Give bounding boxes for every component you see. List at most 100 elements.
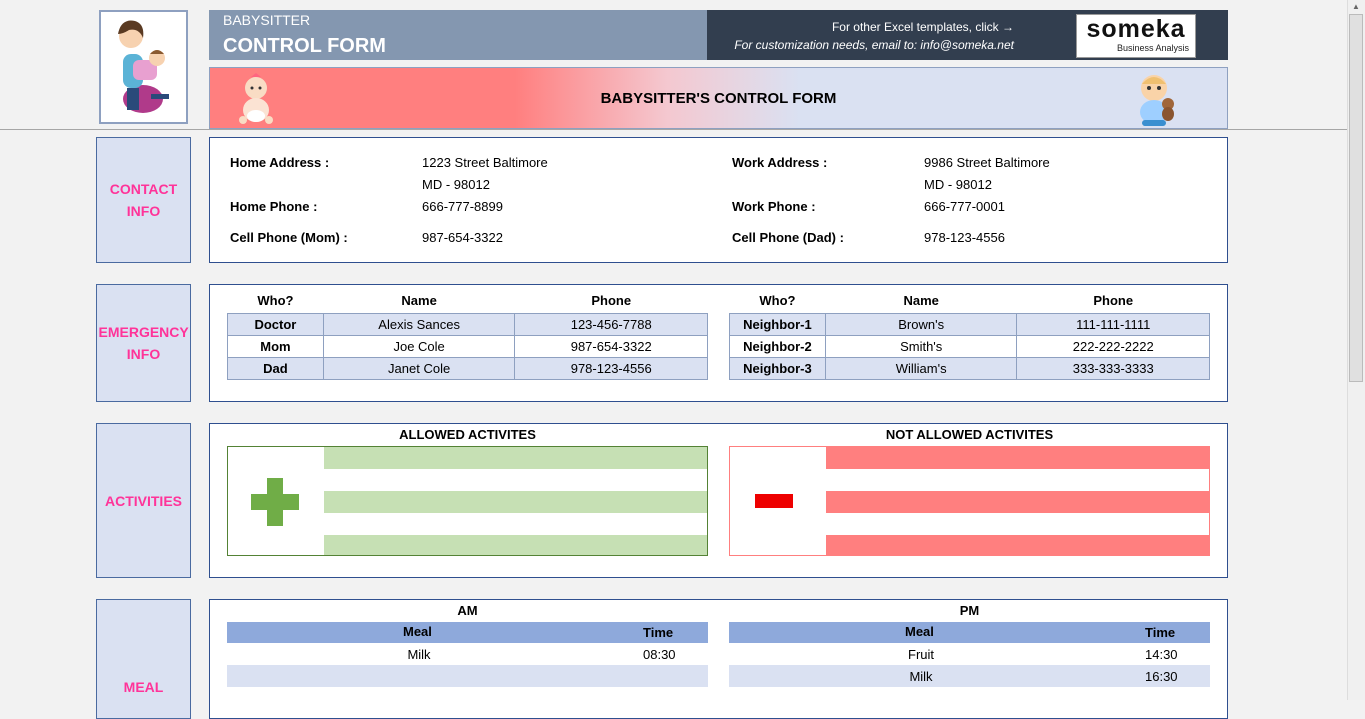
- form-banner: BABYSITTER'S CONTROL FORM: [209, 67, 1228, 129]
- emergency-info-panel: Who? Name Phone Doctor Alexis Sances 123…: [209, 284, 1228, 402]
- meal-label-text: MEAL: [123, 679, 164, 695]
- not-allowed-activity-row[interactable]: [826, 447, 1209, 469]
- who-cell[interactable]: Neighbor-1: [729, 313, 826, 336]
- app-subtitle: BABYSITTER: [223, 12, 311, 28]
- home-phone-label: Home Phone :: [230, 199, 318, 214]
- not-allowed-activity-row[interactable]: [826, 513, 1209, 535]
- time-cell[interactable]: 08:30: [643, 647, 676, 662]
- name-cell[interactable]: Smith's: [824, 335, 1018, 358]
- allowed-activity-row[interactable]: [324, 469, 707, 491]
- someka-logo-button[interactable]: someka Business Analysis: [1076, 14, 1196, 58]
- phone-cell[interactable]: 222-222-2222: [1016, 335, 1210, 358]
- time-column-header: Time: [1145, 625, 1176, 640]
- pm-title: PM: [959, 603, 980, 618]
- pm-meal-header: Meal Time: [729, 622, 1210, 643]
- work-address-label: Work Address :: [732, 155, 828, 170]
- meal-column-header: Meal: [403, 624, 432, 639]
- not-allowed-activity-row[interactable]: [826, 491, 1209, 513]
- col-header-phone: Phone: [591, 292, 632, 308]
- brand-tagline: Business Analysis: [1116, 43, 1189, 53]
- col-header-name: Name: [903, 292, 939, 308]
- table-row[interactable]: [729, 687, 1210, 709]
- name-cell[interactable]: Alexis Sances: [322, 313, 516, 336]
- time-column-header: Time: [643, 625, 674, 640]
- time-cell[interactable]: 14:30: [1145, 647, 1178, 662]
- table-row: Neighbor-1 Brown's 111-111-1111: [729, 313, 1210, 336]
- plus-icon-cell: [228, 447, 325, 555]
- allowed-activity-row[interactable]: [324, 447, 707, 469]
- name-cell[interactable]: Brown's: [824, 313, 1018, 336]
- not-allowed-activity-row[interactable]: [826, 535, 1209, 555]
- scrollbar-thumb[interactable]: [1349, 14, 1363, 382]
- allowed-activity-row[interactable]: [324, 491, 707, 513]
- allowed-activities-list: [227, 446, 708, 556]
- phone-cell[interactable]: 333-333-3333: [1016, 357, 1210, 380]
- babysitter-mother-icon: [118, 20, 169, 113]
- emergency-info-label: EMERGENCY INFO: [96, 284, 191, 402]
- not-allowed-activities-title: NOT ALLOWED ACTIVITES: [885, 427, 1054, 442]
- meal-cell[interactable]: Milk: [729, 669, 1113, 684]
- templates-link[interactable]: For other Excel templates, click →: [832, 20, 1014, 34]
- not-allowed-activities-list: [729, 446, 1210, 556]
- babysitter-logo: [99, 10, 188, 124]
- cell-mom-value[interactable]: 987-654-3322: [422, 230, 503, 245]
- col-header-name: Name: [401, 292, 437, 308]
- meal-cell[interactable]: Milk: [227, 647, 611, 662]
- meal-label: MEAL: [96, 599, 191, 719]
- work-phone-value[interactable]: 666-777-0001: [924, 199, 1005, 214]
- table-row: Doctor Alexis Sances 123-456-7788: [227, 313, 708, 336]
- table-row[interactable]: Milk 08:30: [227, 643, 708, 665]
- allowed-activity-row[interactable]: [324, 535, 707, 555]
- name-cell[interactable]: Joe Cole: [322, 335, 516, 358]
- who-cell[interactable]: Doctor: [227, 313, 324, 336]
- contact-info-label-text: CONTACT INFO: [109, 181, 178, 219]
- name-cell[interactable]: Janet Cole: [322, 357, 516, 380]
- meal-panel: AM Meal Time Milk 08:30 PM Meal Time Fru…: [209, 599, 1228, 719]
- allowed-activities-title: ALLOWED ACTIVITES: [399, 427, 536, 442]
- who-cell[interactable]: Mom: [227, 335, 324, 358]
- cell-dad-value[interactable]: 978-123-4556: [924, 230, 1005, 245]
- promo-bar: For other Excel templates, click → For c…: [707, 10, 1228, 60]
- who-cell[interactable]: Dad: [227, 357, 324, 380]
- table-row: Neighbor-2 Smith's 222-222-2222: [729, 335, 1210, 358]
- meal-cell[interactable]: Fruit: [729, 647, 1113, 662]
- brand-name: someka: [1086, 15, 1186, 43]
- contact-info-label: CONTACT INFO: [96, 137, 191, 263]
- home-phone-value[interactable]: 666-777-8899: [422, 199, 503, 214]
- emergency-table-neighbors: Who? Name Phone Neighbor-1 Brown's 111-1…: [729, 287, 1210, 380]
- form-title: BABYSITTER'S CONTROL FORM: [600, 90, 837, 107]
- table-row: Mom Joe Cole 987-654-3322: [227, 335, 708, 358]
- not-allowed-activity-row[interactable]: [826, 469, 1209, 491]
- table-row: Neighbor-3 William's 333-333-3333: [729, 357, 1210, 380]
- table-row[interactable]: Fruit 14:30: [729, 643, 1210, 665]
- activities-panel: ALLOWED ACTIVITES NOT ALLOWED ACTIVITES: [209, 423, 1228, 578]
- home-address-line1[interactable]: 1223 Street Baltimore: [422, 155, 548, 170]
- emergency-table-family: Who? Name Phone Doctor Alexis Sances 123…: [227, 287, 708, 380]
- time-cell[interactable]: 16:30: [1145, 669, 1178, 684]
- name-cell[interactable]: William's: [824, 357, 1018, 380]
- app-title: CONTROL FORM: [223, 35, 386, 57]
- baby-boy-teddy-icon: [1140, 75, 1174, 126]
- cell-mom-label: Cell Phone (Mom) :: [230, 230, 348, 245]
- work-address-line1[interactable]: 9986 Street Baltimore: [924, 155, 1050, 170]
- table-row[interactable]: Milk 16:30: [729, 665, 1210, 687]
- who-cell[interactable]: Neighbor-2: [729, 335, 826, 358]
- home-address-line2[interactable]: MD - 98012: [422, 177, 490, 192]
- table-row[interactable]: [227, 687, 708, 709]
- table-row[interactable]: [227, 665, 708, 687]
- table-row: Dad Janet Cole 978-123-4556: [227, 357, 708, 380]
- activities-label-text: ACTIVITIES: [104, 492, 182, 509]
- phone-cell[interactable]: 987-654-3322: [514, 335, 708, 358]
- scroll-up-arrow-icon[interactable]: ▲: [1349, 2, 1363, 12]
- phone-cell[interactable]: 978-123-4556: [514, 357, 708, 380]
- plus-icon: [251, 478, 299, 526]
- work-address-line2[interactable]: MD - 98012: [924, 177, 992, 192]
- customization-email[interactable]: For customization needs, email to: info@…: [734, 38, 1014, 52]
- am-meal-header: Meal Time: [227, 622, 708, 643]
- allowed-activity-row[interactable]: [324, 513, 707, 535]
- phone-cell[interactable]: 123-456-7788: [514, 313, 708, 336]
- phone-cell[interactable]: 111-111-1111: [1016, 313, 1210, 336]
- activities-label: ACTIVITIES: [96, 423, 191, 578]
- who-cell[interactable]: Neighbor-3: [729, 357, 826, 380]
- am-title: AM: [457, 603, 478, 618]
